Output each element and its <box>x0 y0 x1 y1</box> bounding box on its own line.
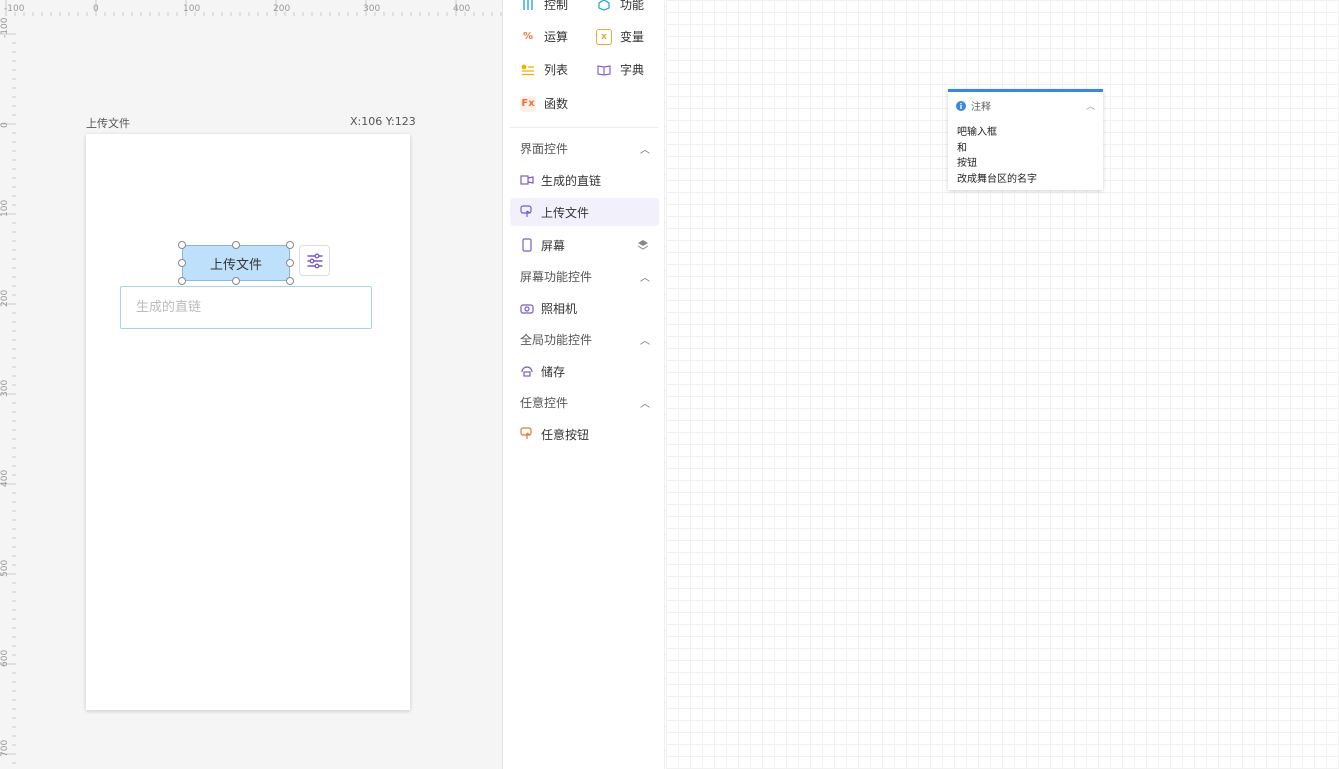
ruler-label: -100 <box>0 17 10 38</box>
category-label: 运算 <box>544 30 569 44</box>
comment-header[interactable]: 注释 ︿ <box>948 92 1103 113</box>
ruler-label: 600 <box>0 649 10 667</box>
upload-file-button[interactable]: 上传文件 <box>182 245 290 281</box>
resize-handle[interactable] <box>178 259 186 267</box>
category-label: 函数 <box>544 97 569 111</box>
ruler-label: 300 <box>0 379 10 397</box>
phone-screen[interactable]: 上传文件 <box>86 134 410 710</box>
chevron-up-icon[interactable]: ︿ <box>1086 99 1095 112</box>
section-title: 全局功能控件 <box>520 333 593 347</box>
input-icon <box>520 175 534 185</box>
component-settings-button[interactable] <box>299 245 330 276</box>
ruler-label: 200 <box>0 289 10 307</box>
operator-icon: % <box>522 31 534 42</box>
chevron-up-icon[interactable]: ︿ <box>640 141 650 156</box>
layers-icon[interactable] <box>637 239 649 251</box>
category-label: 字典 <box>620 63 645 77</box>
chevron-up-icon[interactable]: ︿ <box>640 269 650 284</box>
section-ui-controls[interactable]: 界面控件 ︿ <box>520 140 650 157</box>
ruler-label: 200 <box>273 4 291 14</box>
phone-icon <box>522 238 532 252</box>
resize-handle[interactable] <box>178 277 186 285</box>
category-dictionary[interactable]: 字典 <box>596 61 644 78</box>
component-screen[interactable]: 屏幕 <box>510 231 659 259</box>
ruler-top <box>5 0 502 16</box>
component-label: 任意按钮 <box>541 427 590 442</box>
category-operator[interactable]: % 运算 <box>520 28 568 45</box>
section-title: 界面控件 <box>520 142 569 156</box>
comment-title: 注释 <box>971 102 991 113</box>
ruler-label: 0 <box>93 4 99 14</box>
category-variable[interactable]: x 变量 <box>596 28 644 45</box>
ruler-label: 500 <box>0 559 10 577</box>
component-any-button[interactable]: 任意按钮 <box>510 420 659 448</box>
resize-handle[interactable] <box>286 277 294 285</box>
comment-line: 按钮 <box>957 158 977 169</box>
section-any-controls[interactable]: 任意控件 ︿ <box>520 394 650 411</box>
component-label: 照相机 <box>541 301 578 316</box>
function-icon <box>596 0 612 13</box>
variable-icon: x <box>596 28 612 45</box>
component-label: 储存 <box>541 364 566 379</box>
section-title: 屏幕功能控件 <box>520 270 593 284</box>
category-label: 控制 <box>544 0 569 12</box>
comment-line: 吧输入框 <box>957 127 997 138</box>
dictionary-icon <box>596 62 612 78</box>
any-button-icon <box>520 427 532 439</box>
section-title: 任意控件 <box>520 396 569 410</box>
ruler-label: 300 <box>363 4 381 14</box>
chevron-up-icon[interactable]: ︿ <box>640 332 650 347</box>
ruler-label: 100 <box>0 199 10 217</box>
component-direct-link[interactable]: 生成的直链 <box>510 166 659 194</box>
direct-link-input[interactable] <box>120 286 372 329</box>
sliders-icon <box>306 253 323 268</box>
blocks-panel: 控制 功能 % 运算 x 变量 列表 字典 Fx 函数 界面控件 ︿ 生成的直链 <box>504 0 665 769</box>
category-functions[interactable]: Fx 函数 <box>520 95 568 112</box>
component-upload-file[interactable]: 上传文件 <box>510 198 659 226</box>
comment-text[interactable]: 吧输入框 和 按钮 改成舞台区的名字 <box>948 113 1103 187</box>
list-icon <box>520 62 536 78</box>
fx-icon: Fx <box>520 95 536 112</box>
cursor-coordinates: X:106 Y:123 <box>350 115 416 128</box>
ruler-label: 0 <box>0 122 10 128</box>
section-screen-function-controls[interactable]: 屏幕功能控件 ︿ <box>520 268 650 285</box>
category-label: 功能 <box>620 0 645 12</box>
component-camera[interactable]: 照相机 <box>510 294 659 322</box>
resize-handle[interactable] <box>232 277 240 285</box>
comment-block[interactable]: 注释 ︿ 吧输入框 和 按钮 改成舞台区的名字 <box>948 89 1103 190</box>
ruler-label: 700 <box>0 739 10 757</box>
category-label: 列表 <box>544 63 569 77</box>
divider <box>510 127 658 128</box>
resize-handle[interactable] <box>232 241 240 249</box>
component-storage[interactable]: 储存 <box>510 357 659 385</box>
category-label: 变量 <box>620 30 645 44</box>
category-control[interactable]: 控制 <box>520 0 568 13</box>
ruler-label: 400 <box>0 469 10 487</box>
comment-line: 改成舞台区的名字 <box>957 173 1037 185</box>
blocks-workspace[interactable]: 注释 ︿ 吧输入框 和 按钮 改成舞台区的名字 <box>666 0 1339 769</box>
resize-handle[interactable] <box>286 259 294 267</box>
section-global-function-controls[interactable]: 全局功能控件 ︿ <box>520 331 650 348</box>
sliders-icon <box>520 0 536 13</box>
component-label: 屏幕 <box>541 238 566 253</box>
chevron-up-icon[interactable]: ︿ <box>640 395 650 410</box>
stage-area[interactable]: -100 0 100 200 300 400 -100 0 100 200 30… <box>0 0 503 769</box>
screen-title: 上传文件 <box>86 117 130 130</box>
component-label: 上传文件 <box>541 205 590 220</box>
comment-line: 和 <box>957 142 967 154</box>
component-label: 生成的直链 <box>541 173 602 188</box>
category-list[interactable]: 列表 <box>520 61 568 78</box>
ruler-label: 100 <box>183 4 201 14</box>
camera-icon <box>520 304 534 314</box>
ruler-label: 400 <box>453 4 471 14</box>
storage-icon <box>521 366 533 377</box>
category-function[interactable]: 功能 <box>596 0 644 13</box>
info-icon <box>956 100 966 111</box>
resize-handle[interactable] <box>178 241 186 249</box>
button-icon <box>520 205 532 217</box>
resize-handle[interactable] <box>286 241 294 249</box>
